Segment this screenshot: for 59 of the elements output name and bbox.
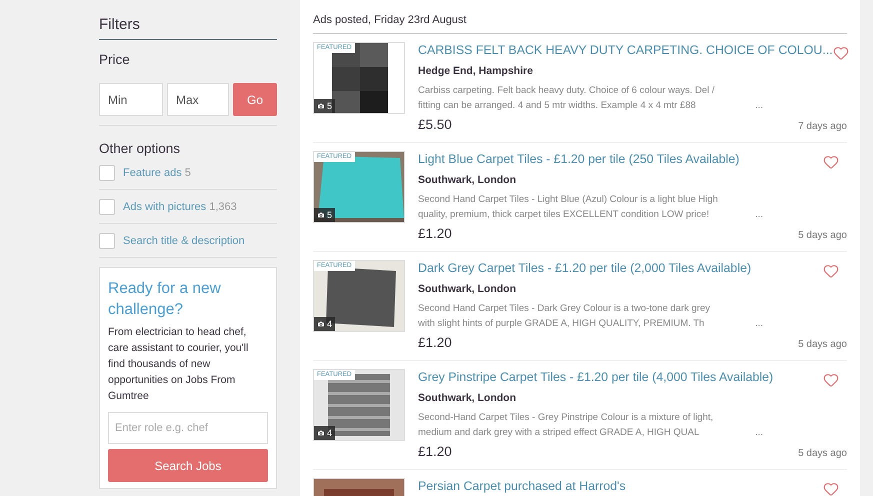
- option-label[interactable]: Ads with pictures 1,363: [123, 200, 237, 212]
- role-field[interactable]: Enter role e.g. chef: [108, 412, 268, 444]
- heart-icon[interactable]: [823, 263, 839, 279]
- ad-description: with slight hints of purple GRADE A, HIGH QUALITY, PREMIUM. Th: [418, 317, 706, 331]
- camera-icon: [317, 320, 325, 328]
- date-heading: Ads posted, Friday 23rd August: [313, 14, 847, 34]
- checkbox[interactable]: [99, 232, 115, 248]
- other-options-heading: Other options: [99, 141, 182, 156]
- ad-location: Southwark, London: [418, 174, 517, 186]
- photo-count: 4: [314, 317, 336, 331]
- ad-age: 7 days ago: [798, 121, 847, 132]
- camera-icon: [317, 102, 325, 110]
- heart-icon[interactable]: [823, 481, 839, 496]
- photo-count: 5: [314, 208, 336, 222]
- camera-icon: [317, 429, 325, 437]
- ad-description: quality, premium, thick carpet tiles EXCELLENT condition LOW price!: [418, 208, 710, 222]
- ellipsis: ...: [755, 208, 763, 222]
- ad-age: 5 days ago: [798, 339, 847, 350]
- ad-description: Carbiss carpeting. Felt back heavy duty. Choice of 6 colour ways. Del /: [418, 84, 715, 98]
- ad-description: Second Hand Carpet Tiles - Light Blue (Azul) Colour is a light blue High: [418, 193, 718, 207]
- max-price-field[interactable]: Max: [167, 83, 229, 116]
- ad-description: fitting can be arranged. 4 and 5 mtr widths. Example 4 x 4 mtr £88: [418, 99, 697, 113]
- ad-description: Second Hand Carpet Tiles - Dark Grey Colour is a two-tone dark grey: [418, 302, 710, 316]
- ellipsis: ...: [755, 99, 763, 113]
- ad-price: £1.20: [418, 444, 452, 459]
- card-text: From electrician to head chef, care assistant to courier, you'll find thousands of new opportunities on Jobs From Gumtree: [108, 325, 250, 404]
- ad-location: Hedge End, Hampshire: [418, 65, 534, 77]
- ad-age: 5 days ago: [798, 448, 847, 459]
- heart-icon[interactable]: [823, 372, 839, 388]
- ellipsis: ...: [755, 317, 763, 331]
- ad-title[interactable]: Grey Pinstripe Carpet Tiles - £1.20 per tile (4,000 Tiles Available): [418, 370, 774, 384]
- option-label[interactable]: Search title & description: [123, 234, 245, 246]
- ad-price: £5.50: [418, 117, 452, 132]
- photo-count: 4: [314, 426, 336, 440]
- ad-title[interactable]: Light Blue Carpet Tiles - £1.20 per tile (250 Tiles Available): [418, 152, 740, 166]
- ad-location: Southwark, London: [418, 283, 517, 295]
- filters-heading: Filters: [99, 16, 277, 40]
- price-heading: Price: [99, 52, 131, 67]
- ad-title[interactable]: Persian Carpet purchased at Harrod's: [418, 479, 626, 493]
- card-title: Ready for a new challenge?: [108, 279, 222, 320]
- photo-count: 5: [314, 99, 336, 113]
- ad-price: £1.20: [418, 226, 452, 241]
- ad-title[interactable]: Dark Grey Carpet Tiles - £1.20 per tile (2,000 Tiles Available): [418, 261, 752, 275]
- ad-description: Second-Hand Carpet Tiles - Grey Pinstripe Colour is a mixture of light,: [418, 411, 714, 425]
- search-jobs-button[interactable]: Search Jobs: [108, 449, 268, 482]
- go-button[interactable]: Go: [233, 83, 277, 116]
- checkbox[interactable]: [99, 164, 115, 180]
- checkbox[interactable]: [99, 198, 115, 214]
- camera-icon: [317, 211, 325, 219]
- ad-description: medium and dark grey with a striped effect GRADE A, HIGH QUAL: [418, 426, 700, 440]
- min-price-field[interactable]: Min: [99, 83, 163, 116]
- ad-location: Southwark, London: [418, 392, 517, 404]
- ellipsis: ...: [755, 426, 763, 440]
- heart-icon[interactable]: [823, 154, 839, 170]
- option-label[interactable]: Feature ads 5: [123, 166, 191, 178]
- ad-age: 5 days ago: [798, 230, 847, 241]
- ad-price: £1.20: [418, 335, 452, 350]
- ad-title[interactable]: CARBISS FELT BACK HEAVY DUTY CARPETING. CHOICE OF COLOU...: [418, 43, 833, 57]
- heart-icon[interactable]: [832, 45, 849, 61]
